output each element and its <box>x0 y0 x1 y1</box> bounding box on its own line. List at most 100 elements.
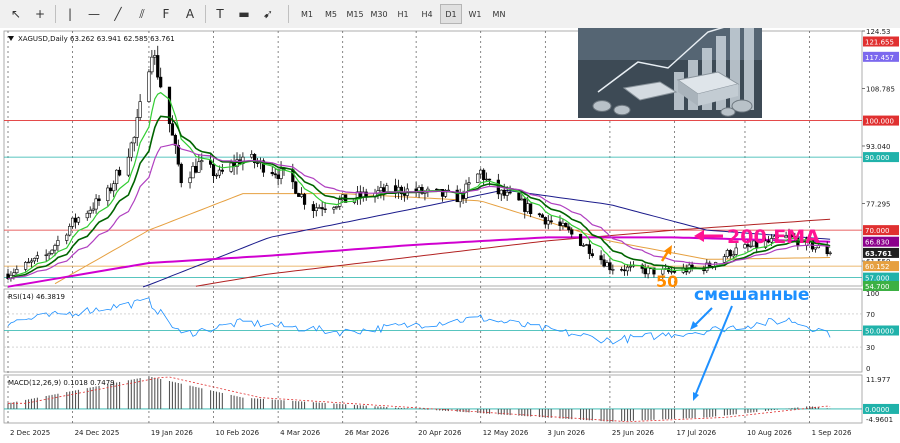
candle <box>520 198 524 201</box>
time-axis-label: 24 Dec 2025 <box>75 429 120 437</box>
candle <box>505 191 509 196</box>
candle <box>270 171 274 175</box>
timeframe-d1[interactable]: D1 <box>440 4 462 24</box>
candle <box>578 233 583 246</box>
candle <box>47 253 51 256</box>
candle <box>482 169 486 180</box>
time-axis-label: 20 Apr 2026 <box>418 429 462 437</box>
rsi-label: RSI(14) 46.3819 <box>8 293 65 301</box>
vertical-line-icon[interactable]: | <box>60 4 80 24</box>
time-axis-label: 4 Mar 2026 <box>280 429 320 437</box>
candle <box>722 256 727 263</box>
candle <box>622 269 627 272</box>
candle <box>159 76 163 88</box>
candle <box>320 207 324 210</box>
time-axis-label: 2 Dec 2025 <box>10 429 50 437</box>
candle <box>85 212 89 219</box>
candle <box>484 178 489 181</box>
price-level-tag-label: 63.761 <box>865 250 892 258</box>
timeframe-m30[interactable]: M30 <box>368 4 390 24</box>
candle <box>53 245 57 251</box>
price-axis-label: 77.295 <box>866 200 891 208</box>
candle <box>728 250 732 257</box>
candle <box>76 217 81 223</box>
candle <box>611 269 615 271</box>
candle <box>44 254 48 257</box>
macd-axis-label: 0.0000 <box>865 406 890 414</box>
text-icon[interactable]: A <box>180 4 200 24</box>
candle <box>68 226 72 236</box>
candle <box>129 142 133 158</box>
candle <box>294 181 298 194</box>
candle <box>467 182 471 185</box>
candle <box>540 214 544 218</box>
candle <box>335 206 339 208</box>
timeframe-m5[interactable]: M5 <box>320 4 342 24</box>
candle <box>126 156 130 176</box>
chart-area[interactable]: 124.53108.78593.04077.29561.550121.65511… <box>0 28 900 443</box>
price-level-tag-label: 66.830 <box>865 239 890 247</box>
macd-axis-label: -4.9601 <box>866 416 893 424</box>
crosshair-icon[interactable]: + <box>30 4 50 24</box>
candle <box>176 145 180 165</box>
candle <box>147 71 151 102</box>
shapes-icon[interactable]: ▬ <box>234 4 254 24</box>
candle <box>191 165 195 179</box>
timeframe-m1[interactable]: M1 <box>296 4 318 24</box>
candle <box>646 267 650 275</box>
candle <box>402 193 406 196</box>
trendline-icon[interactable]: ╱ <box>108 4 128 24</box>
channel-icon[interactable]: ⫽ <box>132 4 152 24</box>
candle <box>250 154 254 158</box>
candle <box>581 245 586 247</box>
candle <box>276 174 280 179</box>
rsi-axis-label: 100 <box>866 290 879 298</box>
candle <box>323 208 327 210</box>
text-label-icon[interactable]: T <box>210 4 230 24</box>
timeframe-h1[interactable]: H1 <box>392 4 414 24</box>
candle <box>628 265 633 268</box>
candle <box>643 268 647 275</box>
candle <box>220 169 224 172</box>
timeframe-mn[interactable]: MN <box>488 4 510 24</box>
timeframe-w1[interactable]: W1 <box>464 4 486 24</box>
candle <box>29 260 34 263</box>
arrows-icon[interactable]: ➹ <box>258 4 278 24</box>
toolbar-separator <box>205 5 206 23</box>
candle <box>608 262 612 271</box>
candle <box>625 266 630 272</box>
candle <box>828 252 832 255</box>
candle <box>153 55 157 58</box>
cursor-icon[interactable]: ↖ <box>6 4 26 24</box>
candle <box>502 189 506 196</box>
chart-window: ↖ + | — ╱ ⫽ F A T ▬ ➹ M1 M5 M15 M30 H1 H4 D1 W1 MN 124.53 10… <box>0 0 900 443</box>
candle <box>32 257 37 262</box>
candle <box>297 193 301 197</box>
time-axis-label: 12 May 2026 <box>483 429 529 437</box>
candle <box>88 209 92 214</box>
candle <box>173 134 177 146</box>
candle <box>564 222 568 228</box>
time-axis-label: 1 Sep 2026 <box>812 429 852 437</box>
timeframe-h4[interactable]: H4 <box>416 4 438 24</box>
timeframe-m15[interactable]: M15 <box>344 4 366 24</box>
rsi-axis-label: 0 <box>866 365 870 373</box>
toolbar: ↖ + | — ╱ ⫽ F A T ▬ ➹ M1 M5 M15 M30 H1 H4 D1 W1 MN <box>0 0 900 29</box>
annotation-mixed: смешанные <box>694 285 809 305</box>
candle <box>590 253 594 257</box>
candle <box>314 207 318 211</box>
symbol-info: XAGUSD,Daily 63.262 63.941 62.585 63.761 <box>18 35 175 43</box>
candle <box>487 178 492 181</box>
candle <box>300 194 304 197</box>
toolbar-separator <box>55 5 56 23</box>
candle <box>605 262 609 267</box>
candle <box>587 244 591 254</box>
toolbar-separator <box>288 5 289 23</box>
candle <box>65 234 69 241</box>
candle <box>26 261 31 264</box>
horizontal-line-icon[interactable]: — <box>84 4 104 24</box>
price-level-tag-label: 117.457 <box>865 54 894 62</box>
candle <box>112 183 116 192</box>
fibonacci-icon[interactable]: F <box>156 4 176 24</box>
candle <box>379 187 383 192</box>
